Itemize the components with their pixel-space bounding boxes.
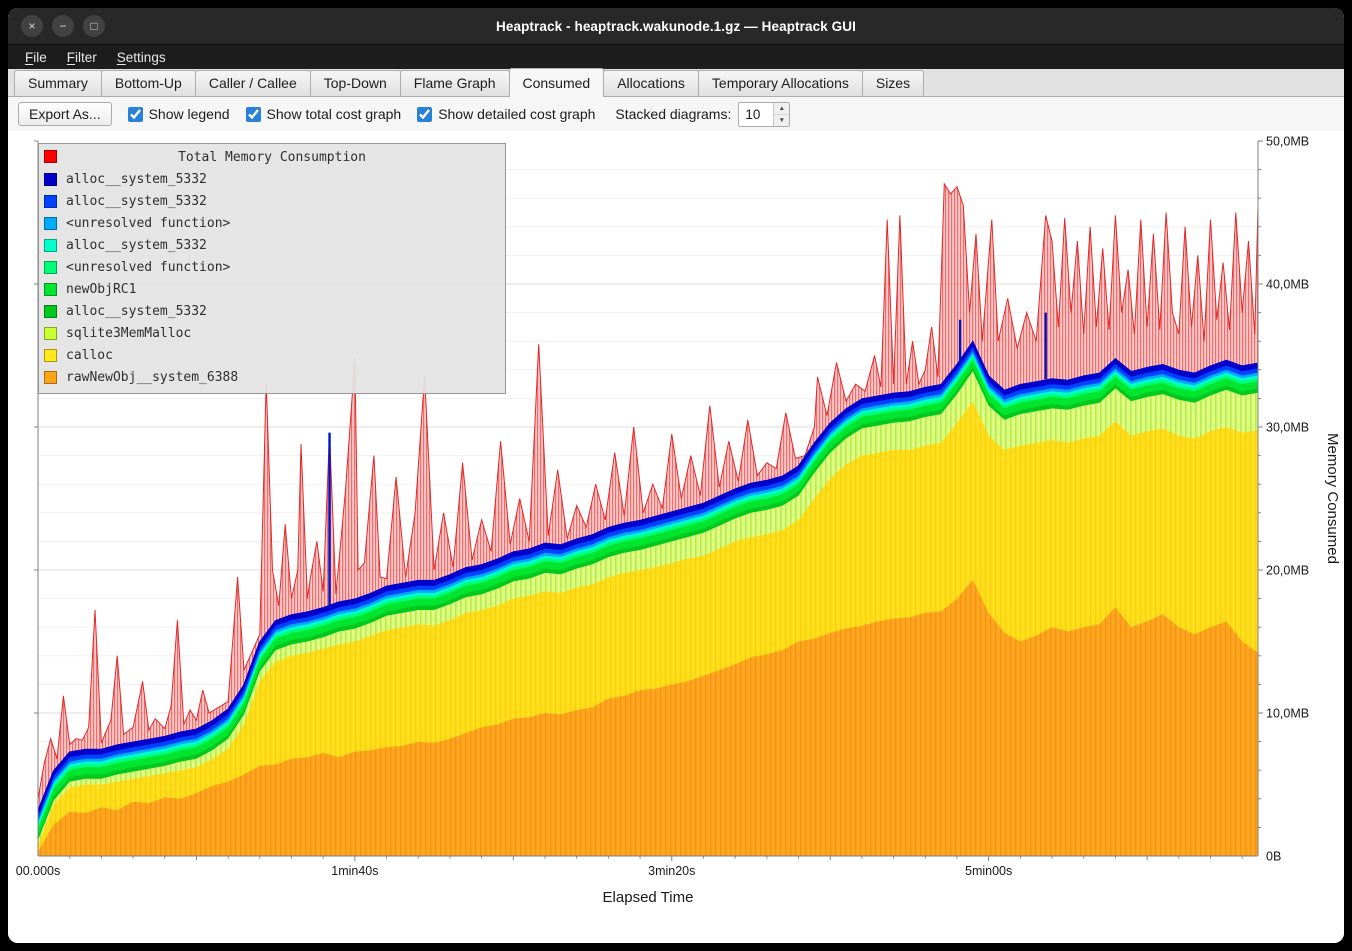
- legend-label: alloc__system_5332: [66, 238, 207, 253]
- spinbox-arrows: ▲ ▼: [773, 103, 789, 126]
- show-detailed-cost-checkbox-input[interactable]: [417, 107, 432, 122]
- legend-item: alloc__system_5332: [39, 234, 505, 256]
- legend-label: alloc__system_5332: [66, 194, 207, 209]
- svg-text:20,0MB: 20,0MB: [1266, 564, 1309, 578]
- show-total-cost-checkbox-input[interactable]: [246, 107, 261, 122]
- legend-label: newObjRC1: [66, 282, 136, 297]
- stacked-diagrams-input[interactable]: [739, 103, 773, 126]
- show-total-cost-checkbox[interactable]: Show total cost graph: [246, 106, 402, 122]
- tab-bottom-up[interactable]: Bottom-Up: [101, 70, 196, 96]
- spin-down-icon[interactable]: ▼: [774, 115, 789, 126]
- svg-text:30,0MB: 30,0MB: [1266, 421, 1309, 435]
- legend-item: newObjRC1: [39, 278, 505, 300]
- show-detailed-cost-checkbox[interactable]: Show detailed cost graph: [417, 106, 595, 122]
- legend-swatch: [44, 349, 57, 362]
- legend-label: calloc: [66, 348, 113, 363]
- stacked-diagrams-spinbox[interactable]: ▲ ▼: [738, 102, 790, 127]
- legend-swatch: [44, 305, 57, 318]
- legend-label: <unresolved function>: [66, 216, 230, 231]
- legend-swatch: [44, 371, 57, 384]
- menubar: File Filter Settings: [8, 45, 1344, 69]
- tab-top-down[interactable]: Top-Down: [310, 70, 401, 96]
- maximize-icon[interactable]: □: [83, 15, 105, 37]
- legend-swatch: [44, 283, 57, 296]
- svg-text:5min00s: 5min00s: [965, 864, 1012, 878]
- svg-text:3min20s: 3min20s: [648, 864, 695, 878]
- legend-swatch: [44, 327, 57, 340]
- checkbox-label: Show detailed cost graph: [438, 106, 595, 122]
- show-legend-checkbox-input[interactable]: [128, 107, 143, 122]
- legend-item: alloc__system_5332: [39, 168, 505, 190]
- stacked-diagrams-control: Stacked diagrams: ▲ ▼: [615, 102, 790, 127]
- window-controls: × − □: [21, 8, 105, 44]
- tabbar: SummaryBottom-UpCaller / CalleeTop-DownF…: [8, 69, 1344, 97]
- tab-summary[interactable]: Summary: [14, 70, 102, 96]
- legend-label: sqlite3MemMalloc: [66, 326, 191, 341]
- tab-allocations[interactable]: Allocations: [603, 70, 699, 96]
- tab-caller-callee[interactable]: Caller / Callee: [195, 70, 311, 96]
- checkbox-label: Show legend: [149, 106, 230, 122]
- tab-flame-graph[interactable]: Flame Graph: [400, 70, 510, 96]
- svg-text:1min40s: 1min40s: [331, 864, 378, 878]
- spin-up-icon[interactable]: ▲: [774, 103, 789, 115]
- screen-background: × − □ Heaptrack - heaptrack.wakunode.1.g…: [0, 0, 1352, 951]
- show-legend-checkbox[interactable]: Show legend: [128, 106, 230, 122]
- menu-settings[interactable]: Settings: [108, 47, 175, 68]
- consumed-chart-area: 0B 10,0MB 20,0MB 30,0MB 40,0MB 50,0MB 00.000s 1…: [8, 131, 1344, 943]
- export-as-button[interactable]: Export As...: [18, 102, 112, 126]
- legend-item: alloc__system_5332: [39, 190, 505, 212]
- legend-item: sqlite3MemMalloc: [39, 322, 505, 344]
- svg-text:40,0MB: 40,0MB: [1266, 278, 1309, 292]
- legend-swatch: [44, 195, 57, 208]
- legend-item: rawNewObj__system_6388: [39, 366, 505, 388]
- chart-legend: Total Memory Consumption alloc__system_5…: [38, 143, 506, 394]
- legend-swatch: [44, 239, 57, 252]
- tab-sizes[interactable]: Sizes: [862, 70, 924, 96]
- legend-title-text: Total Memory Consumption: [178, 150, 366, 165]
- legend-swatch: [44, 261, 57, 274]
- svg-text:00.000s: 00.000s: [16, 864, 60, 878]
- legend-item: <unresolved function>: [39, 212, 505, 234]
- legend-label: alloc__system_5332: [66, 304, 207, 319]
- app-window: × − □ Heaptrack - heaptrack.wakunode.1.g…: [8, 8, 1344, 943]
- legend-item: alloc__system_5332: [39, 300, 505, 322]
- legend-label: <unresolved function>: [66, 260, 230, 275]
- tab-temporary-allocations[interactable]: Temporary Allocations: [698, 70, 863, 96]
- legend-swatch: [44, 217, 57, 230]
- legend-swatch: [44, 173, 57, 186]
- legend-title: Total Memory Consumption: [39, 146, 505, 168]
- legend-entries: alloc__system_5332 alloc__system_5332 <unr…: [39, 168, 505, 388]
- checkbox-label: Show total cost graph: [267, 106, 402, 122]
- stacked-diagrams-label: Stacked diagrams:: [615, 106, 731, 122]
- legend-item: calloc: [39, 344, 505, 366]
- legend-label: alloc__system_5332: [66, 172, 207, 187]
- minimize-icon[interactable]: −: [52, 15, 74, 37]
- menu-filter[interactable]: Filter: [58, 47, 106, 68]
- svg-text:50,0MB: 50,0MB: [1266, 135, 1309, 149]
- legend-item: <unresolved function>: [39, 256, 505, 278]
- titlebar: × − □ Heaptrack - heaptrack.wakunode.1.g…: [8, 8, 1344, 45]
- menu-file[interactable]: File: [16, 47, 56, 68]
- close-icon[interactable]: ×: [21, 15, 43, 37]
- svg-text:0B: 0B: [1266, 850, 1281, 864]
- svg-text:Elapsed Time: Elapsed Time: [603, 889, 694, 906]
- svg-text:Memory Consumed: Memory Consumed: [1324, 433, 1341, 564]
- legend-title-swatch: [44, 150, 57, 163]
- window-title: Heaptrack - heaptrack.wakunode.1.gz — He…: [8, 19, 1344, 34]
- legend-label: rawNewObj__system_6388: [66, 370, 238, 385]
- tab-consumed[interactable]: Consumed: [509, 68, 605, 97]
- toolbar: Export As... Show legend Show total cost…: [8, 97, 1344, 131]
- svg-text:10,0MB: 10,0MB: [1266, 707, 1309, 721]
